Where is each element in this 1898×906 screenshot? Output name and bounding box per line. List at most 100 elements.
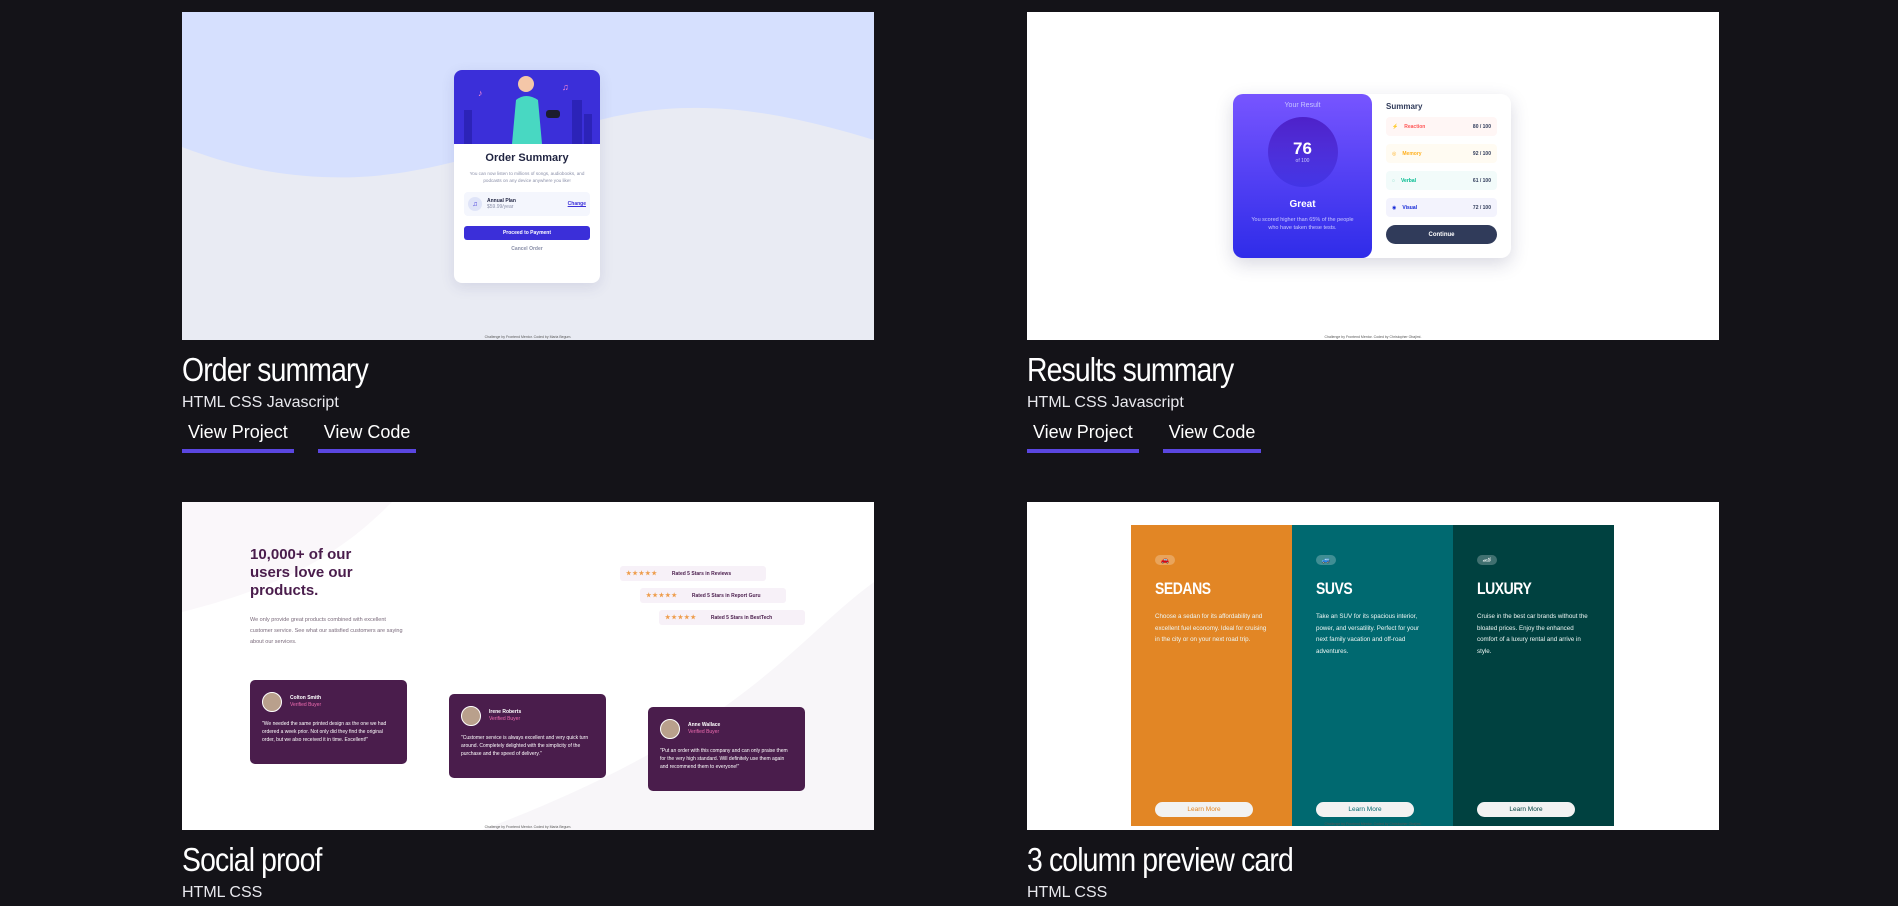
row-label: Visual	[1402, 204, 1418, 211]
reviewer-name: Anne Wallace Verified Buyer	[688, 722, 721, 735]
project-card-order-summary: ♪ ♫ Order Summary You can now listen to …	[182, 12, 874, 453]
project-links: View Project View Code	[182, 422, 874, 453]
view-project-link[interactable]: View Project	[182, 422, 294, 453]
column-heading: SEDANS	[1155, 579, 1211, 598]
rating-report-guru: ★★★★★ Rated 5 Stars in Report Guru	[640, 588, 786, 603]
results-card: Your Result 76 of 100 Great You scored h…	[1233, 94, 1511, 258]
grade-label: Great	[1289, 199, 1316, 210]
rating-besttech: ★★★★★ Rated 5 Stars in BestTech	[659, 610, 805, 625]
testimonial-card: Anne Wallace Verified Buyer "Put an order…	[648, 707, 805, 791]
rating-text: Rated 5 Stars in Report Guru	[691, 592, 761, 599]
project-card-social-proof: 10,000+ of our users love our products. …	[182, 502, 874, 904]
rating-text: Rated 5 Stars in Reviews	[671, 570, 732, 577]
testimonial-header: Colton Smith Verified Buyer	[262, 692, 395, 712]
row-label: Reaction	[1404, 123, 1426, 130]
summary-title: Summary	[1386, 102, 1423, 111]
project-title: 3 column preview card	[1027, 841, 1294, 878]
plan-box: ♫ Annual Plan $59.99/year Change	[464, 192, 590, 216]
learn-more-button[interactable]: Learn More	[1316, 802, 1414, 817]
stars-icon: ★★★★★	[646, 593, 678, 599]
preview-footer: Challenge by Frontend Mentor. Coded by M…	[484, 335, 572, 339]
luxury-car-icon: 🏎	[1477, 555, 1497, 565]
score-value: 76	[1293, 139, 1312, 158]
project-title: Results summary	[1027, 351, 1234, 388]
cancel-order-button[interactable]: Cancel Order	[454, 246, 600, 252]
project-preview-image[interactable]: Your Result 76 of 100 Great You scored h…	[1027, 12, 1719, 340]
music-icon: ♫	[468, 197, 482, 211]
row-score: 61 / 100	[1472, 177, 1491, 184]
project-tech: HTML CSS Javascript	[182, 394, 339, 411]
learn-more-button[interactable]: Learn More	[1155, 802, 1253, 817]
column-luxury: 🏎 LUXURY Cruise in the best car brands w…	[1453, 525, 1614, 826]
score-total: of 100	[1295, 158, 1310, 164]
project-preview-image[interactable]: ♪ ♫ Order Summary You can now listen to …	[182, 12, 874, 340]
project-preview-image[interactable]: 🚗 SEDANS Choose a sedan for its affordab…	[1027, 502, 1719, 830]
summary-panel: Summary ⚡ Reaction 80 / 100 ◎ Memory 92 …	[1372, 94, 1511, 258]
project-card-3-column: 🚗 SEDANS Choose a sedan for its affordab…	[1027, 502, 1719, 904]
testimonial-header: Anne Wallace Verified Buyer	[660, 719, 793, 739]
avatar	[660, 719, 680, 739]
project-title: Social proof	[182, 841, 322, 878]
change-link[interactable]: Change	[568, 201, 586, 207]
your-result-label: Your Result	[1284, 102, 1321, 109]
heading: 10,000+ of our users love our products.	[250, 546, 353, 599]
preview-footer: Challenge by Frontend Mentor. Coded by C…	[1324, 822, 1422, 826]
rating-text: Rated 5 Stars in BestTech	[710, 614, 773, 621]
continue-button[interactable]: Continue	[1386, 225, 1497, 244]
column-text: Cruise in the best car brands without th…	[1477, 613, 1588, 655]
project-preview-image[interactable]: 10,000+ of our users love our products. …	[182, 502, 874, 830]
card-title: Order Summary	[485, 152, 569, 164]
project-tech: HTML CSS Javascript	[1027, 394, 1184, 411]
column-text: Choose a sedan for its affordability and…	[1155, 613, 1267, 643]
testimonial-card: Colton Smith Verified Buyer "We needed th…	[250, 680, 407, 764]
column-heading: SUVS	[1316, 579, 1353, 598]
preview-footer: Challenge by Frontend Mentor. Coded by C…	[1324, 335, 1422, 339]
view-code-link[interactable]: View Code	[1162, 422, 1262, 453]
column-sedans: 🚗 SEDANS Choose a sedan for its affordab…	[1131, 525, 1292, 826]
project-tech: HTML CSS	[182, 884, 263, 901]
view-code-link[interactable]: View Code	[317, 422, 417, 453]
card-text: You can now listen to millions of songs,…	[469, 171, 585, 183]
project-tech: HTML CSS	[1027, 884, 1108, 901]
score-circle: 76 of 100	[1267, 117, 1338, 187]
row-score: 92 / 100	[1472, 150, 1491, 157]
summary-row-verbal: ◌ Verbal 61 / 100	[1386, 171, 1497, 190]
brain-icon: ◎	[1392, 150, 1397, 157]
bolt-icon: ⚡	[1392, 123, 1399, 130]
project-title: Order summary	[182, 351, 369, 388]
project-card-results-summary: Your Result 76 of 100 Great You scored h…	[1027, 12, 1719, 453]
paragraph: We only provide great products combined …	[250, 617, 403, 645]
summary-row-visual: ◉ Visual 72 / 100	[1386, 198, 1497, 217]
reviewer-name: Colton Smith Verified Buyer	[290, 695, 322, 708]
project-links: View Project View Code	[1027, 422, 1719, 453]
testimonial-header: Irene Roberts Verified Buyer	[461, 706, 594, 726]
testimonial-card: Irene Roberts Verified Buyer "Customer se…	[449, 694, 606, 778]
stars-icon: ★★★★★	[665, 615, 697, 621]
summary-row-memory: ◎ Memory 92 / 100	[1386, 144, 1497, 163]
summary-row-reaction: ⚡ Reaction 80 / 100	[1386, 117, 1497, 136]
suv-icon: 🚙	[1316, 555, 1336, 565]
column-suvs: 🚙 SUVS Take an SUV for its spacious inte…	[1292, 525, 1453, 826]
learn-more-button[interactable]: Learn More	[1477, 802, 1575, 817]
testimonial-quote: "Customer service is always excellent an…	[461, 735, 589, 757]
car-icon: 🚗	[1155, 555, 1175, 565]
stars-icon: ★★★★★	[626, 571, 658, 577]
svg-text:♫: ♫	[562, 82, 569, 92]
row-label: Memory	[1402, 150, 1422, 157]
column-text: Take an SUV for its spacious interior, p…	[1316, 613, 1420, 655]
proceed-button[interactable]: Proceed to Payment	[464, 226, 590, 240]
grade-text: You scored higher than 65% of the people…	[1251, 217, 1354, 231]
row-score: 72 / 100	[1472, 204, 1491, 211]
reviewer-name: Irene Roberts Verified Buyer	[489, 709, 522, 722]
order-summary-card: ♪ ♫ Order Summary You can now listen to …	[454, 70, 600, 283]
preview-footer: Challenge by Frontend Mentor. Coded by M…	[484, 825, 572, 829]
column-heading: LUXURY	[1477, 579, 1532, 598]
eye-icon: ◉	[1392, 204, 1397, 211]
result-panel: Your Result 76 of 100 Great You scored h…	[1233, 94, 1372, 258]
testimonial-quote: "We needed the same printed design as th…	[262, 721, 387, 743]
avatar	[461, 706, 481, 726]
testimonial-quote: "Put an order with this company and can …	[660, 748, 788, 770]
view-project-link[interactable]: View Project	[1027, 422, 1139, 453]
plan-info: Annual Plan $59.99/year	[487, 198, 516, 210]
chat-icon: ◌	[1392, 177, 1395, 184]
